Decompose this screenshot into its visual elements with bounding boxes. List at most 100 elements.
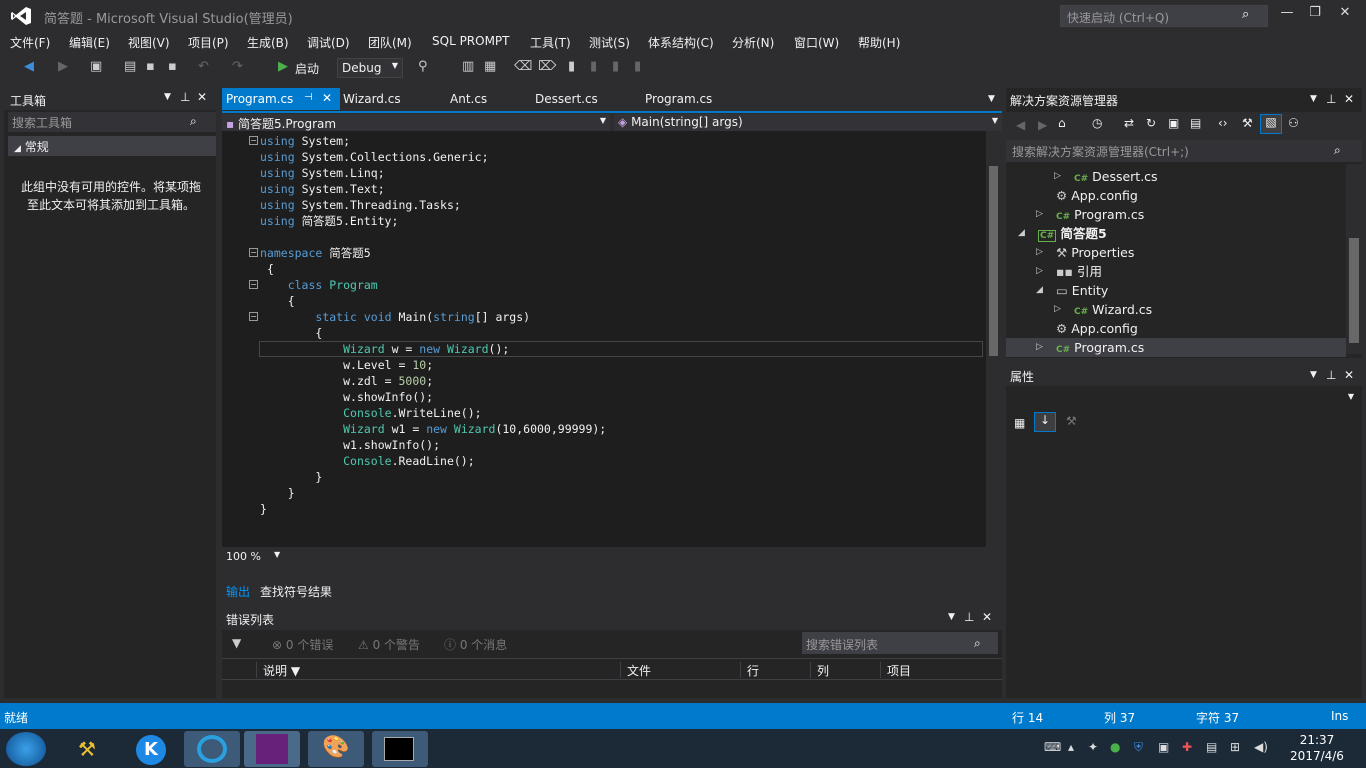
class-diagram-icon[interactable]: ⚇ bbox=[1288, 116, 1299, 130]
dropdown-icon[interactable]: ▼ bbox=[1310, 94, 1317, 104]
taskbar-app-paint[interactable]: 🎨 bbox=[308, 731, 364, 767]
menu-architecture[interactable]: 体系结构(C) bbox=[648, 34, 714, 51]
menu-file[interactable]: 文件(F) bbox=[10, 34, 50, 51]
toolbox-search-input[interactable]: 搜索工具箱 bbox=[8, 112, 216, 132]
tray-app-icon[interactable]: ✦ bbox=[1088, 740, 1098, 754]
collapse-icon[interactable]: − bbox=[249, 280, 258, 289]
class-dropdown[interactable]: ▪ 简答题5.Program ▼ bbox=[222, 114, 610, 131]
toolbox-group-general[interactable]: ◢ 常规 bbox=[8, 136, 216, 156]
menu-edit[interactable]: 编辑(E) bbox=[69, 34, 110, 51]
pin-icon[interactable]: ⊣ bbox=[304, 92, 313, 103]
column-column[interactable]: 列 bbox=[810, 662, 880, 678]
solution-explorer-scroll-thumb[interactable] bbox=[1349, 238, 1359, 343]
tab-program-cs-2[interactable]: Program.cs bbox=[641, 88, 716, 110]
tree-item-program-cs-2[interactable]: C# Program.cs bbox=[1056, 338, 1144, 357]
taskbar-app-tools[interactable]: ⚒ bbox=[64, 731, 120, 767]
save-icon[interactable]: ▪ bbox=[146, 59, 155, 74]
search-icon[interactable]: ⌕ bbox=[1334, 143, 1341, 158]
collapse-all-icon[interactable]: ▣ bbox=[1168, 116, 1179, 130]
expand-arrow-icon[interactable]: ▷ bbox=[1054, 304, 1061, 314]
view-code-icon[interactable]: ‹› bbox=[1218, 116, 1228, 130]
zoom-level[interactable]: 100 % bbox=[226, 550, 261, 563]
chevron-down-icon[interactable]: ▼ bbox=[274, 550, 280, 559]
taskbar-app-k[interactable]: K bbox=[124, 731, 180, 767]
tray-app-icon[interactable]: ▤ bbox=[1206, 740, 1217, 754]
next-bookmark-icon[interactable]: ▮ bbox=[612, 59, 619, 74]
tree-item-dessert-cs[interactable]: C# Dessert.cs bbox=[1074, 167, 1158, 186]
search-icon[interactable]: ⌕ bbox=[190, 114, 197, 129]
redo-icon[interactable]: ↷ bbox=[232, 59, 243, 74]
property-pages-icon[interactable]: ⚒ bbox=[1066, 414, 1077, 428]
categorized-icon[interactable]: ▦ bbox=[1014, 416, 1025, 430]
refresh-icon[interactable]: ↻ bbox=[1146, 116, 1156, 130]
column-project[interactable]: 项目 bbox=[880, 662, 1000, 678]
tab-program-cs[interactable]: Program.cs ⊣ ✕ bbox=[222, 88, 340, 110]
menu-window[interactable]: 窗口(W) bbox=[794, 34, 839, 51]
collapse-icon[interactable]: − bbox=[249, 248, 258, 257]
collapse-icon[interactable]: − bbox=[249, 136, 258, 145]
save-all-icon[interactable]: ▪ bbox=[168, 59, 177, 74]
column-file[interactable]: 文件 bbox=[620, 662, 740, 678]
collapse-icon[interactable]: − bbox=[249, 312, 258, 321]
minimize-button[interactable]: — bbox=[1274, 5, 1300, 25]
tree-item-program-cs[interactable]: C# Program.cs bbox=[1056, 205, 1144, 224]
column-description[interactable]: 说明 ▼ bbox=[256, 662, 622, 678]
menu-team[interactable]: 团队(M) bbox=[368, 34, 412, 51]
taskbar-app-browser[interactable] bbox=[184, 731, 240, 767]
tree-item-app-config-2[interactable]: ⚙ App.config bbox=[1056, 319, 1138, 338]
prev-bookmark-icon[interactable]: ▮ bbox=[590, 59, 597, 74]
back-icon[interactable]: ◀ bbox=[24, 59, 34, 74]
properties-icon[interactable]: ⚒ bbox=[1242, 116, 1253, 130]
undo-icon[interactable]: ↶ bbox=[198, 59, 209, 74]
menu-help[interactable]: 帮助(H) bbox=[858, 34, 900, 51]
uncomment-icon[interactable]: ⌦ bbox=[538, 59, 556, 74]
close-icon[interactable]: ✕ bbox=[197, 90, 207, 104]
taskbar-app-visual-studio[interactable] bbox=[244, 731, 300, 767]
tree-item-entity-folder[interactable]: ▭ Entity bbox=[1056, 281, 1108, 300]
close-button[interactable]: ✕ bbox=[1332, 5, 1358, 25]
bookmark-icon[interactable]: ▮ bbox=[568, 59, 575, 74]
expand-arrow-icon[interactable]: ▷ bbox=[1054, 171, 1061, 181]
tree-item-app-config[interactable]: ⚙ App.config bbox=[1056, 186, 1138, 205]
menu-build[interactable]: 生成(B) bbox=[247, 34, 289, 51]
history-icon[interactable]: ◷ bbox=[1092, 116, 1102, 130]
keyboard-icon[interactable]: ⌨ bbox=[1044, 740, 1061, 754]
code-editor[interactable]: − − − − using System; using System.Colle… bbox=[222, 131, 986, 547]
start-icon[interactable]: ▶ bbox=[278, 59, 288, 74]
expand-arrow-icon[interactable]: ▷ bbox=[1036, 209, 1043, 219]
home-icon[interactable]: ⌂ bbox=[1058, 116, 1066, 130]
pin-icon[interactable]: ⊥ bbox=[180, 90, 190, 104]
quick-launch-input[interactable]: 快速启动 (Ctrl+Q) bbox=[1060, 5, 1268, 27]
menu-tools[interactable]: 工具(T) bbox=[530, 34, 571, 51]
close-icon[interactable]: ✕ bbox=[1344, 92, 1354, 106]
close-icon[interactable]: ✕ bbox=[322, 91, 332, 105]
solution-config-select[interactable]: Debug ▼ bbox=[337, 58, 403, 78]
clear-bookmarks-icon[interactable]: ▮ bbox=[634, 59, 641, 74]
close-icon[interactable]: ✕ bbox=[982, 610, 992, 624]
close-icon[interactable]: ✕ bbox=[1344, 368, 1354, 382]
collapse-arrow-icon[interactable]: ◢ bbox=[1036, 285, 1043, 295]
alphabetical-icon[interactable]: ↓ bbox=[1034, 412, 1056, 432]
search-icon[interactable]: ⌕ bbox=[974, 636, 981, 651]
tray-app-icon[interactable]: ● bbox=[1110, 740, 1120, 754]
find-icon[interactable]: ⚲ bbox=[418, 59, 428, 74]
tab-wizard-cs[interactable]: Wizard.cs bbox=[339, 88, 405, 110]
tree-item-properties[interactable]: ⚒ Properties bbox=[1056, 243, 1134, 262]
menu-sql-prompt[interactable]: SQL PROMPT bbox=[432, 34, 510, 48]
menu-debug[interactable]: 调试(D) bbox=[307, 34, 350, 51]
menu-view[interactable]: 视图(V) bbox=[128, 34, 170, 51]
open-file-icon[interactable]: ▤ bbox=[124, 59, 136, 74]
editor-scroll-thumb[interactable] bbox=[989, 166, 998, 356]
tree-item-project[interactable]: C# 简答题5 bbox=[1038, 224, 1107, 243]
maximize-button[interactable]: ❐ bbox=[1302, 5, 1328, 25]
volume-icon[interactable]: ◀) bbox=[1254, 740, 1268, 754]
dropdown-icon[interactable]: ▼ bbox=[948, 612, 955, 622]
pin-icon[interactable]: ⊥ bbox=[964, 610, 974, 624]
error-list-search-input[interactable]: 搜索错误列表 bbox=[802, 632, 998, 654]
filter-icon[interactable]: ▼ bbox=[232, 636, 241, 650]
tab-ant-cs[interactable]: Ant.cs bbox=[446, 88, 491, 110]
preview-icon[interactable]: ▧ bbox=[1260, 114, 1282, 134]
warnings-filter-button[interactable]: ⚠ 0 个警告 bbox=[358, 636, 420, 653]
member-dropdown[interactable]: ◈ Main(string[] args) ▼ bbox=[614, 114, 1002, 131]
taskbar-clock[interactable]: 21:37 2017/4/6 bbox=[1280, 732, 1354, 764]
